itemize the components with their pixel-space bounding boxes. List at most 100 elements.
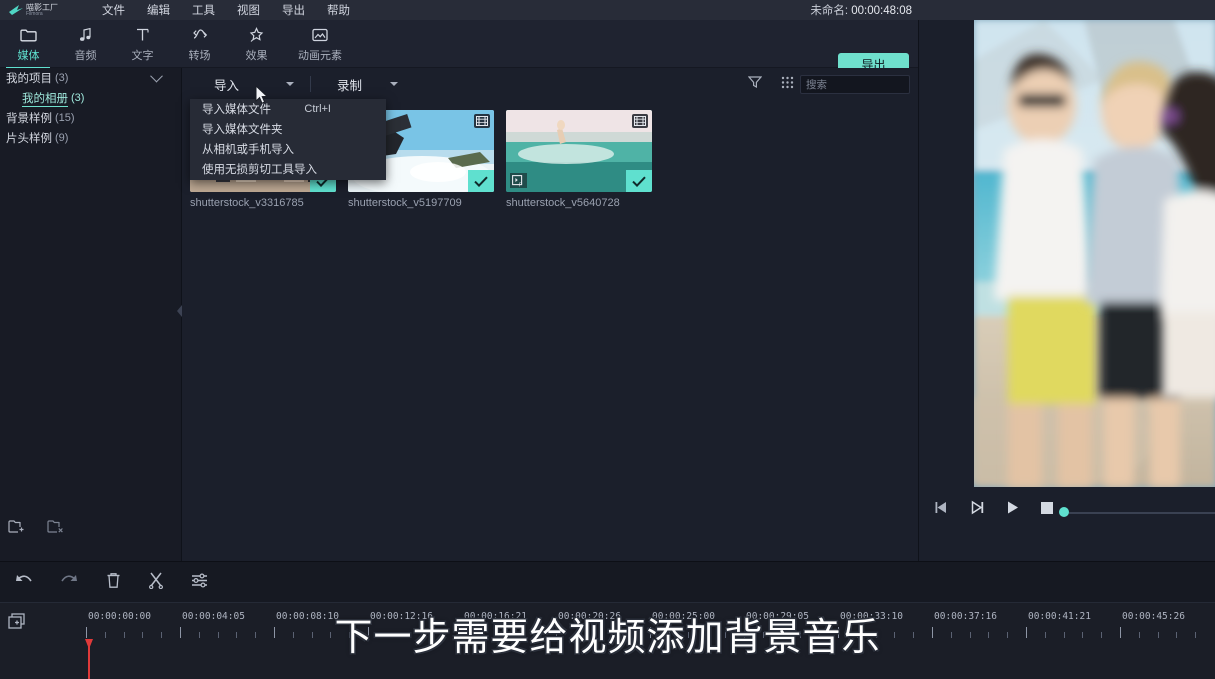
ruler-tick-label: 00:00:04:05 bbox=[182, 611, 245, 622]
preview-panel bbox=[918, 20, 1215, 561]
menu-item-import-from-camera[interactable]: 从相机或手机导入 bbox=[190, 139, 386, 159]
menu-help[interactable]: 帮助 bbox=[327, 2, 350, 18]
volume-slider[interactable] bbox=[1059, 507, 1215, 517]
menu-view[interactable]: 视图 bbox=[237, 2, 260, 18]
import-dropdown-button[interactable]: 导入 bbox=[214, 68, 239, 100]
sliders-icon[interactable] bbox=[191, 573, 208, 593]
tab-text[interactable]: 文字 bbox=[114, 20, 171, 63]
preview-video[interactable] bbox=[974, 20, 1215, 487]
ruler-minor-tick bbox=[894, 632, 896, 638]
media-item[interactable]: P shutterstock_v5640728 bbox=[506, 110, 652, 209]
chevron-down-icon[interactable] bbox=[150, 69, 163, 83]
sidebar-item-background-samples[interactable]: 背景样例 (15) bbox=[0, 108, 181, 128]
ruler-minor-tick bbox=[537, 632, 539, 638]
playhead[interactable] bbox=[88, 641, 90, 679]
logo-icon bbox=[8, 4, 24, 16]
panel-collapse-icon[interactable] bbox=[176, 303, 183, 319]
ruler-minor-tick bbox=[762, 632, 764, 638]
record-caret[interactable] bbox=[390, 68, 398, 100]
sidebar-item-count: (3) bbox=[71, 92, 85, 104]
sidebar: 我的项目 (3) 我的相册 (3) 背景样例 (15) 片头样例 (9) bbox=[0, 68, 182, 561]
playback-buttons bbox=[933, 500, 1054, 520]
sidebar-item-intro-samples[interactable]: 片头样例 (9) bbox=[0, 128, 181, 148]
tab-media[interactable]: 媒体 bbox=[0, 20, 57, 69]
ruler-tick-label: 00:00:08:10 bbox=[276, 611, 339, 622]
ruler-minor-tick bbox=[386, 632, 388, 638]
timeline-tools bbox=[14, 572, 208, 594]
ruler-minor-tick bbox=[480, 632, 482, 638]
search-box[interactable] bbox=[800, 75, 952, 94]
add-track-icon[interactable] bbox=[8, 613, 26, 635]
ruler-tick-label: 00:00:37:16 bbox=[934, 611, 997, 622]
ruler-major-tick bbox=[744, 627, 745, 638]
tab-elements-label: 动画元素 bbox=[298, 50, 342, 62]
text-t-icon bbox=[135, 25, 150, 44]
grid-view-icon[interactable] bbox=[781, 76, 794, 94]
app-logo: 喵影工厂 Filmora bbox=[8, 3, 94, 17]
tab-effects[interactable]: 效果 bbox=[228, 20, 285, 63]
download-badge-icon: P bbox=[510, 173, 527, 188]
selected-check-icon bbox=[468, 170, 494, 192]
tab-audio[interactable]: 音频 bbox=[57, 20, 114, 63]
ruler-major-tick bbox=[462, 627, 463, 638]
trash-icon[interactable] bbox=[106, 572, 121, 594]
slider-knob[interactable] bbox=[1059, 507, 1069, 517]
ruler-tick-label: 00:00:00:00 bbox=[88, 611, 151, 622]
menu-item-import-media-file[interactable]: 导入媒体文件 Ctrl+I bbox=[190, 99, 386, 119]
sidebar-item-count: (9) bbox=[55, 132, 69, 144]
tab-effects-label: 效果 bbox=[245, 50, 268, 62]
ruler-minor-tick bbox=[668, 632, 670, 638]
ruler-minor-tick bbox=[142, 632, 144, 638]
ruler-minor-tick bbox=[198, 632, 200, 638]
view-tools bbox=[747, 75, 794, 94]
play-icon[interactable] bbox=[1005, 500, 1020, 520]
menu-item-shortcut: Ctrl+I bbox=[304, 103, 331, 115]
undo-arrow-icon[interactable] bbox=[14, 573, 33, 594]
tab-transition[interactable]: 转场 bbox=[171, 20, 228, 63]
menu-item-import-media-folder[interactable]: 导入媒体文件夹 bbox=[190, 119, 386, 139]
menu-export[interactable]: 导出 bbox=[282, 2, 305, 18]
delete-folder-icon[interactable] bbox=[47, 519, 64, 539]
timeline-toolbar bbox=[0, 562, 1215, 602]
sidebar-item-label: 片头样例 bbox=[6, 133, 52, 145]
ruler-minor-tick bbox=[518, 632, 520, 638]
media-caption: shutterstock_v5640728 bbox=[506, 197, 620, 209]
menu-edit[interactable]: 编辑 bbox=[147, 2, 170, 18]
ruler-minor-tick bbox=[988, 632, 990, 638]
redo-arrow-icon[interactable] bbox=[60, 573, 79, 594]
menu-tools[interactable]: 工具 bbox=[192, 2, 215, 18]
filter-funnel-icon[interactable] bbox=[747, 75, 763, 94]
project-name-label: 未命名: bbox=[810, 5, 849, 17]
ruler-minor-tick bbox=[1044, 632, 1046, 638]
timeline-ruler[interactable]: 00:00:00:00 00:00:04:05 00:00:08:10 00:0… bbox=[0, 602, 1215, 679]
toolbar-divider bbox=[310, 76, 311, 92]
ruler-minor-tick bbox=[781, 632, 783, 638]
stop-icon[interactable] bbox=[1040, 501, 1054, 520]
ruler-minor-tick bbox=[104, 632, 106, 638]
step-backward-icon[interactable] bbox=[933, 500, 949, 520]
ruler-major-tick bbox=[1120, 627, 1121, 638]
menu-item-label: 从相机或手机导入 bbox=[202, 144, 294, 156]
media-thumbnail[interactable]: P bbox=[506, 110, 652, 192]
ruler-major-tick bbox=[368, 627, 369, 638]
ruler-minor-tick bbox=[593, 632, 595, 638]
chevron-down-icon bbox=[390, 82, 398, 86]
menu-file[interactable]: 文件 bbox=[102, 2, 125, 18]
ruler-minor-tick bbox=[1195, 632, 1197, 638]
tab-audio-label: 音频 bbox=[74, 50, 97, 62]
mouse-cursor-icon bbox=[255, 84, 269, 110]
ruler-minor-tick bbox=[1007, 632, 1009, 638]
step-forward-icon[interactable] bbox=[969, 500, 985, 520]
ruler-ticks: 00:00:00:00 00:00:04:05 00:00:08:10 00:0… bbox=[84, 603, 1215, 641]
menu-bar: 喵影工厂 Filmora 文件 编辑 工具 视图 导出 帮助 未命名: 00:0… bbox=[0, 0, 1215, 20]
import-caret[interactable] bbox=[286, 68, 294, 100]
new-folder-icon[interactable] bbox=[8, 519, 25, 539]
ruler-tick-label: 00:00:25:00 bbox=[652, 611, 715, 622]
tab-elements[interactable]: 动画元素 bbox=[285, 20, 355, 63]
sidebar-item-my-project[interactable]: 我的项目 (3) bbox=[0, 68, 181, 88]
scissors-icon[interactable] bbox=[148, 572, 164, 594]
record-dropdown-button[interactable]: 录制 bbox=[337, 68, 362, 100]
ruler-minor-tick bbox=[255, 632, 257, 638]
menu-item-import-lossless-cut[interactable]: 使用无损剪切工具导入 bbox=[190, 159, 386, 179]
sidebar-item-my-album[interactable]: 我的相册 (3) bbox=[0, 88, 181, 108]
